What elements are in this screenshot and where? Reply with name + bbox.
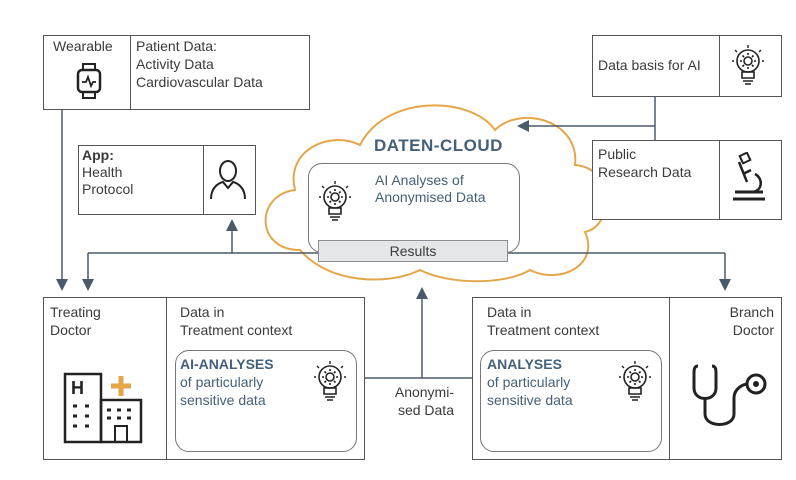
results-bar: Results (318, 240, 508, 262)
treating-analyses-title: AI-ANALYSES (180, 356, 274, 372)
microscope-icon (733, 152, 765, 201)
treating-context-line1: Data in (180, 304, 225, 320)
patient-data-cardio: Cardiovascular Data (136, 74, 263, 90)
treating-analyses-line1: of particularly (180, 374, 264, 390)
app-line2: Protocol (82, 181, 134, 197)
public-research-line1: Public (598, 146, 637, 162)
treating-ai-lightbulb-icon (314, 361, 346, 401)
ai-lightbulb-icon (732, 45, 764, 85)
stethoscope-icon (692, 364, 767, 426)
app-line1: Health (82, 164, 123, 180)
public-research-line2: Research Data (598, 164, 692, 180)
branch-context-line2: Treatment context (487, 322, 600, 338)
app-title: App: (82, 147, 114, 163)
data-basis-label: Data basis for AI (598, 57, 701, 73)
branch-analyses-line1: of particularly (487, 374, 571, 390)
branch-context-line1: Data in (487, 304, 532, 320)
branch-doctor-line1: Branch (729, 304, 774, 320)
branch-doctor-line2: Doctor (732, 322, 774, 338)
person-icon (210, 160, 246, 200)
cloud-analyses-line1: AI Analyses of (375, 172, 464, 188)
smartwatch-icon (76, 63, 102, 99)
results-label: Results (389, 243, 437, 259)
cloud-ai-lightbulb-icon (319, 181, 351, 221)
branch-ai-lightbulb-icon (619, 361, 651, 401)
svg-text:H: H (71, 378, 84, 398)
branch-analyses-line2: sensitive data (487, 392, 573, 408)
hospital-icon: H (63, 372, 143, 444)
wearable-title: Wearable (53, 38, 113, 54)
cloud-title: DATEN-CLOUD (374, 136, 503, 155)
treating-analyses-line2: sensitive data (180, 392, 266, 408)
cloud-analyses-line2: Anonymised Data (375, 189, 486, 205)
treating-doctor-line1: Treating (50, 304, 101, 320)
treating-context-line2: Treatment context (180, 322, 293, 338)
branch-analyses-title: ANALYSES (487, 356, 562, 372)
anonymised-line2: sed Data (397, 402, 454, 418)
patient-data-activity: Activity Data (136, 56, 214, 72)
patient-data-title: Patient Data: (136, 38, 217, 54)
anonymised-line1: Anonymi- (394, 384, 454, 400)
treating-doctor-line2: Doctor (50, 322, 92, 338)
